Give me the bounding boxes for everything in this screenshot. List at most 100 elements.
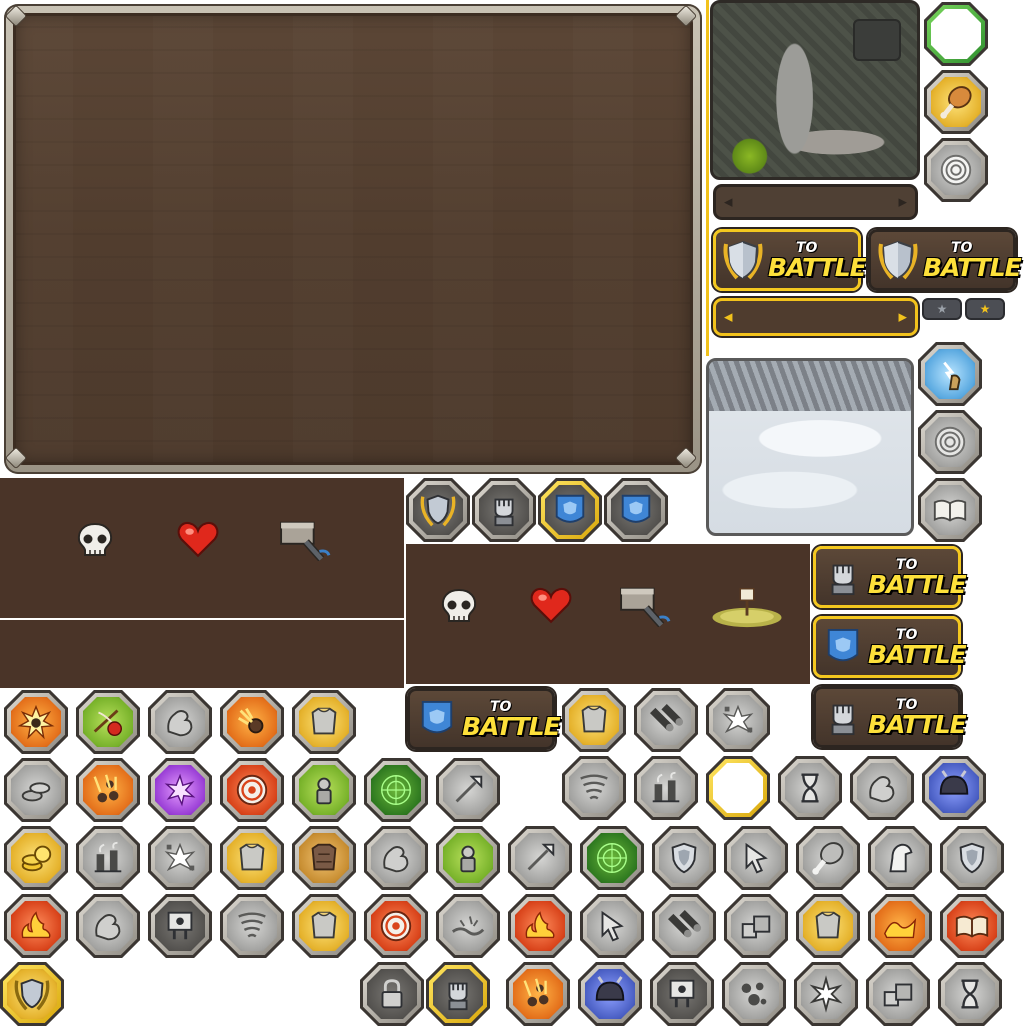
shatter-tile[interactable] [148,826,212,890]
level-select-bar-selected[interactable]: ◀ ▶ [713,298,918,336]
tornado-tile[interactable] [220,894,284,958]
coins-stack-tile[interactable] [4,758,68,822]
empty-slot-tile[interactable] [706,756,770,820]
tile-face [947,833,997,883]
shield-tile[interactable] [940,826,1004,890]
shatter-icon [164,842,196,872]
fire-tile[interactable] [4,894,68,958]
target-tile-gray[interactable] [918,410,982,474]
chimney-tile[interactable] [634,756,698,820]
empty-slot-tile[interactable] [924,2,988,66]
soldier-tile[interactable] [292,758,356,822]
padlock-tile[interactable] [360,962,424,1026]
meteor-shower-tile[interactable] [506,962,570,1026]
arrow-left-icon[interactable]: ◀ [724,197,732,208]
tile-face [155,901,205,951]
purple-burst-tile[interactable] [148,758,212,822]
armor-tile[interactable] [292,894,356,958]
armor-tile[interactable] [220,826,284,890]
cannon-tile[interactable] [634,688,698,752]
muscle-arm-tile[interactable] [148,690,212,754]
banner-sign-tile[interactable] [650,962,714,1026]
shield-tile[interactable] [652,826,716,890]
lightning-hand-tile[interactable] [918,342,982,406]
arrow-right-icon[interactable]: ▶ [899,197,907,208]
soldier-tile[interactable] [436,826,500,890]
rubble-tile[interactable] [722,962,786,1026]
fist-statue-tile[interactable] [472,478,536,542]
muscle-arm-tile[interactable] [364,826,428,890]
hourglass-icon [801,773,819,803]
gold-coins-tile[interactable] [4,826,68,890]
cursor-tile[interactable] [724,826,788,890]
horse-tile[interactable] [868,826,932,890]
crossbow-apple-tile[interactable] [76,690,140,754]
blue-banner-icon [414,694,460,744]
ground-crack-icon [451,916,485,936]
helmet-tile[interactable] [578,962,642,1026]
shield-laurel-tile[interactable] [0,962,64,1026]
target-tile[interactable] [924,138,988,202]
meteor-tile[interactable] [220,690,284,754]
muscle-arm-tile[interactable] [76,894,140,958]
to-battle-button[interactable]: TO BATTLE [868,229,1022,291]
snow-map-thumbnail[interactable] [706,358,914,536]
fist-statue-icon [820,552,866,602]
to-battle-button-fist[interactable]: TO BATTLE [813,686,967,748]
burst-tile[interactable] [794,962,858,1026]
to-battle-button-banner-selected[interactable]: TO BATTLE [813,616,967,678]
helmet-tile[interactable] [922,756,986,820]
muscle-arm-icon [167,710,193,737]
muscle-arm-tile[interactable] [850,756,914,820]
hourglass-tile[interactable] [938,962,1002,1026]
target-tile[interactable] [364,894,428,958]
fire-wave-tile[interactable] [868,894,932,958]
target-tile[interactable] [220,758,284,822]
blue-banner-tile-selected[interactable] [538,478,602,542]
armor-tile[interactable] [562,688,626,752]
tornado-tile[interactable] [562,756,626,820]
level-select-bar[interactable]: ◀ ▶ [713,184,918,220]
arrow-head-tile[interactable] [436,758,500,822]
cannon-tile[interactable] [652,894,716,958]
chimney-tile[interactable] [76,826,140,890]
level-map-thumbnail[interactable] [710,0,920,180]
spellbook-tile[interactable] [940,894,1004,958]
cursor-tile[interactable] [580,894,644,958]
shatter-tile[interactable] [706,688,770,752]
chimney-icon [94,841,122,873]
arrow-right-icon[interactable]: ▶ [899,312,907,323]
crates-tile[interactable] [866,962,930,1026]
hourglass-tile[interactable] [778,756,842,820]
tile-face [83,901,133,951]
arrow-head-tile[interactable] [508,826,572,890]
fire-tile[interactable] [508,894,572,958]
meteor-shower-tile[interactable] [76,758,140,822]
blue-banner-tile[interactable] [604,478,668,542]
rock-armor-tile[interactable] [292,826,356,890]
armor-tile[interactable] [796,894,860,958]
chicken-leg-tile[interactable] [924,70,988,134]
fist-statue-tile[interactable] [426,962,490,1026]
radar-tile[interactable] [580,826,644,890]
spellbook-tile[interactable] [918,478,982,542]
shield-laurel-tile[interactable] [406,478,470,542]
crates-icon [741,915,771,939]
fist-statue-icon [820,692,866,742]
armor-tile[interactable] [292,690,356,754]
explosion-tile[interactable] [4,690,68,754]
to-battle-button-selected[interactable]: TO BATTLE [713,229,867,291]
to-battle-button-fist-selected[interactable]: TO BATTLE [813,546,967,608]
radar-tile[interactable] [364,758,428,822]
ground-crack-tile[interactable] [436,894,500,958]
tile-face [569,695,619,745]
arrow-head-icon [455,775,483,803]
tile-face [803,833,853,883]
chicken-leg-tile[interactable] [796,826,860,890]
arrow-left-icon[interactable]: ◀ [724,312,732,323]
hammer-icon [276,514,336,562]
crates-tile[interactable] [724,894,788,958]
to-battle-button-banner[interactable]: TO BATTLE [407,688,561,750]
banner-sign-tile[interactable] [148,894,212,958]
tile-face [227,697,277,747]
